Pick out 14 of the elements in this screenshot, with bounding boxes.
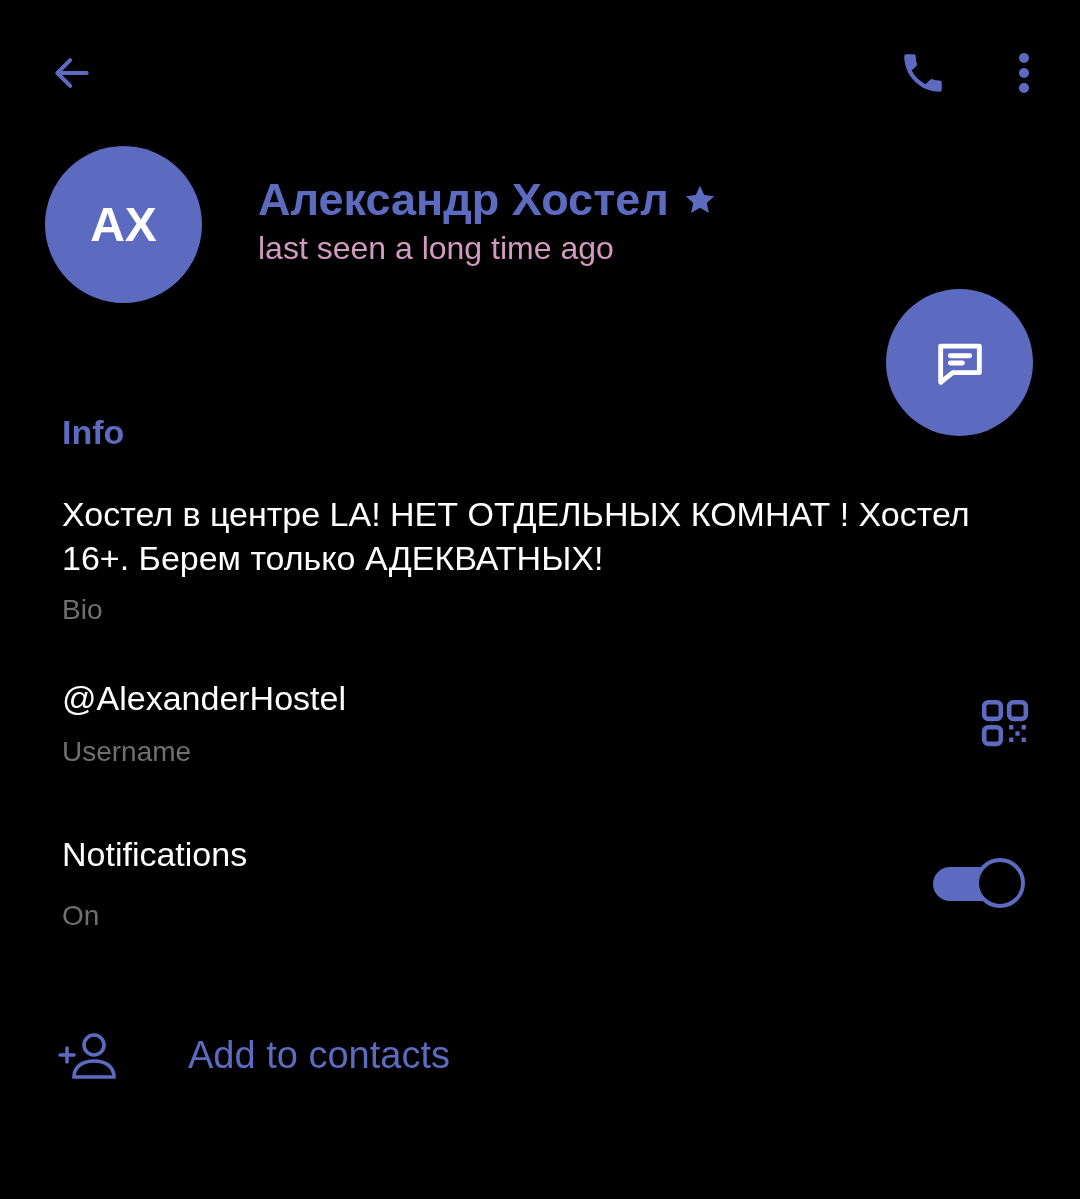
qr-code-icon[interactable] [980,698,1030,748]
avatar: AX [45,146,202,303]
notifications-toggle[interactable] [933,857,1025,909]
contact-name: Александр Хостел [258,172,669,227]
more-options-icon[interactable] [1018,52,1030,94]
last-seen-status: last seen a long time ago [258,228,615,268]
bio-label: Bio [62,593,104,627]
username-text: @AlexanderHostel [62,678,346,719]
add-contact-button[interactable]: Add to contacts [0,1030,450,1080]
section-title: Info [62,412,126,453]
username-label: Username [62,735,193,769]
bio-text: Хостел в центре LA! НЕТ ОТДЕЛЬНЫХ КОМНАТ ! Хостел 16+. Берем только АДЕКВАТНЫХ! [62,494,971,579]
notifications-state: On [62,899,101,933]
notifications-title: Notifications [62,834,248,875]
